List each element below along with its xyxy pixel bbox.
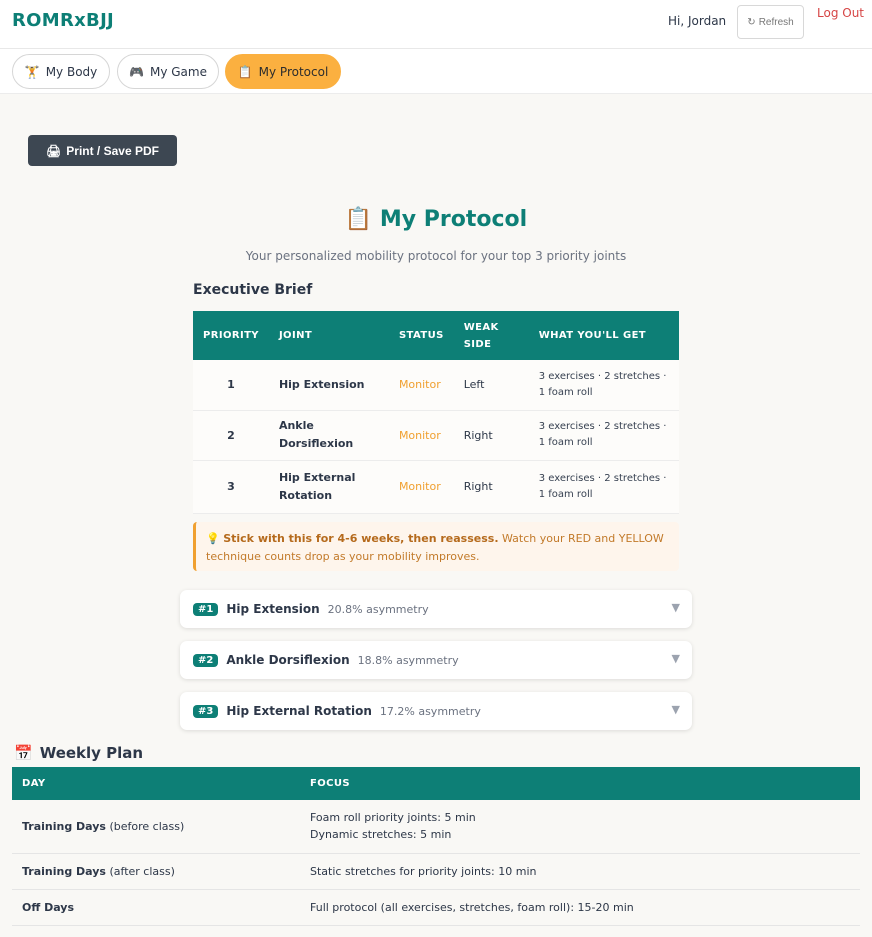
focus-cell: Full protocol (all exercises, stretches,… [300,889,860,926]
joint-cell: Ankle Dorsiflexion [268,410,389,461]
tab-label: My Protocol [258,64,329,79]
logout-link[interactable]: Log Out [817,6,864,20]
column-header: WEAK SIDE [453,311,529,360]
page-title-text: My Protocol [379,207,528,232]
focus-cell: Foam roll priority joints: 5 min Dynamic … [300,800,860,854]
joint-card-hip-extension[interactable]: #1 Hip Extension 20.8% asymmetry ▼ [180,590,692,628]
weak-side-cell: Right [453,410,529,461]
tab-my-game[interactable]: 🎮 My Game [117,54,219,89]
priority-badge: #1 [193,602,219,616]
table-row: 1 Hip Extension Monitor Left 3 exercises… [193,360,679,411]
column-header: WHAT YOU'LL GET [528,311,679,360]
print-label: Print / Save PDF [66,143,159,158]
joint-name: Ankle Dorsiflexion [226,653,350,667]
executive-brief-heading: Executive Brief [193,282,313,298]
joint-cell: Hip External Rotation [268,460,389,514]
day-cell: Training Days (after class) [12,853,300,890]
weightlifter-icon: 🏋 [24,64,40,79]
page-title: 📋 My Protocol [0,207,872,232]
table-row: 2 Ankle Dorsiflexion Monitor Right 3 exe… [193,410,679,461]
lightbulb-icon: 💡 [206,532,220,545]
get-cell: 3 exercises · 2 stretches · 1 foam roll [528,360,679,411]
refresh-label: Refresh [758,16,794,28]
chevron-down-icon[interactable]: ▼ [672,652,680,665]
tip-callout: 💡 Stick with this for 4-6 weeks, then re… [193,522,679,571]
status-badge: Monitor [388,360,454,411]
table-row: Training Days (after class) Static stret… [12,853,860,890]
weak-side-cell: Right [453,460,529,514]
tab-my-protocol[interactable]: 📋 My Protocol [225,54,341,89]
page-subtitle: Your personalized mobility protocol for … [245,249,627,263]
focus-cell: Static stretches for priority joints: 10… [300,853,860,890]
tab-label: My Body [45,64,98,79]
weak-side-cell: Left [453,360,529,411]
column-header: PRIORITY [193,311,269,360]
joint-name: Hip External Rotation [226,704,372,718]
weekly-plan-title: Weekly Plan [39,744,144,762]
joint-cell: Hip Extension [268,360,389,411]
joint-card-ankle-dorsiflexion[interactable]: #2 Ankle Dorsiflexion 18.8% asymmetry ▼ [180,641,692,679]
weekly-plan-table: DAY FOCUS Training Days (before class) F… [12,767,860,926]
priority-cell: 3 [193,460,269,514]
status-badge: Monitor [388,460,454,514]
user-greeting: Hi, Jordan [668,14,727,28]
tab-bar: 🏋 My Body 🎮 My Game 📋 My Protocol [0,49,872,94]
priority-badge: #2 [193,653,219,667]
refresh-button[interactable]: ↻ Refresh [737,5,804,39]
clipboard-icon: 📋 [237,64,253,79]
asymmetry-value: 20.8% asymmetry [327,602,429,616]
table-row: Off Days Full protocol (all exercises, s… [12,889,860,926]
column-header: JOINT [268,311,389,360]
tip-bold: Stick with this for 4-6 weeks, then reas… [223,532,499,545]
printer-icon: 🖨 [46,143,62,158]
refresh-icon: ↻ [747,16,756,28]
tab-my-body[interactable]: 🏋 My Body [12,54,110,89]
tab-label: My Game [149,64,207,79]
priority-badge: #3 [193,704,219,718]
executive-brief-table: PRIORITY JOINT STATUS WEAK SIDE WHAT YOU'… [193,311,679,514]
asymmetry-value: 17.2% asymmetry [379,704,481,718]
brand-logo[interactable]: ROMRxBJJ [12,10,114,31]
table-row: 3 Hip External Rotation Monitor Right 3 … [193,460,679,514]
print-save-pdf-button[interactable]: 🖨 Print / Save PDF [28,135,177,166]
chevron-down-icon[interactable]: ▼ [672,703,680,716]
chevron-down-icon[interactable]: ▼ [672,601,680,614]
top-bar: ROMRxBJJ Hi, Jordan ↻ Refresh Log Out [0,0,872,49]
table-row: Training Days (before class) Foam roll p… [12,800,860,854]
joint-card-hip-external-rotation[interactable]: #3 Hip External Rotation 17.2% asymmetry… [180,692,692,730]
day-cell: Training Days (before class) [12,800,300,854]
gamepad-icon: 🎮 [129,64,144,79]
status-badge: Monitor [388,410,454,461]
priority-cell: 2 [193,410,269,461]
column-header: DAY [12,767,300,800]
asymmetry-value: 18.8% asymmetry [357,653,459,667]
column-header: FOCUS [300,767,860,800]
get-cell: 3 exercises · 2 stretches · 1 foam roll [528,460,679,514]
day-cell: Off Days [12,889,300,926]
calendar-icon: 📅 [14,744,33,762]
column-header: STATUS [388,311,454,360]
clipboard-icon: 📋 [344,207,373,232]
weekly-plan-heading: 📅 Weekly Plan [14,744,143,762]
get-cell: 3 exercises · 2 stretches · 1 foam roll [528,410,679,461]
joint-name: Hip Extension [226,602,320,616]
priority-cell: 1 [193,360,269,411]
